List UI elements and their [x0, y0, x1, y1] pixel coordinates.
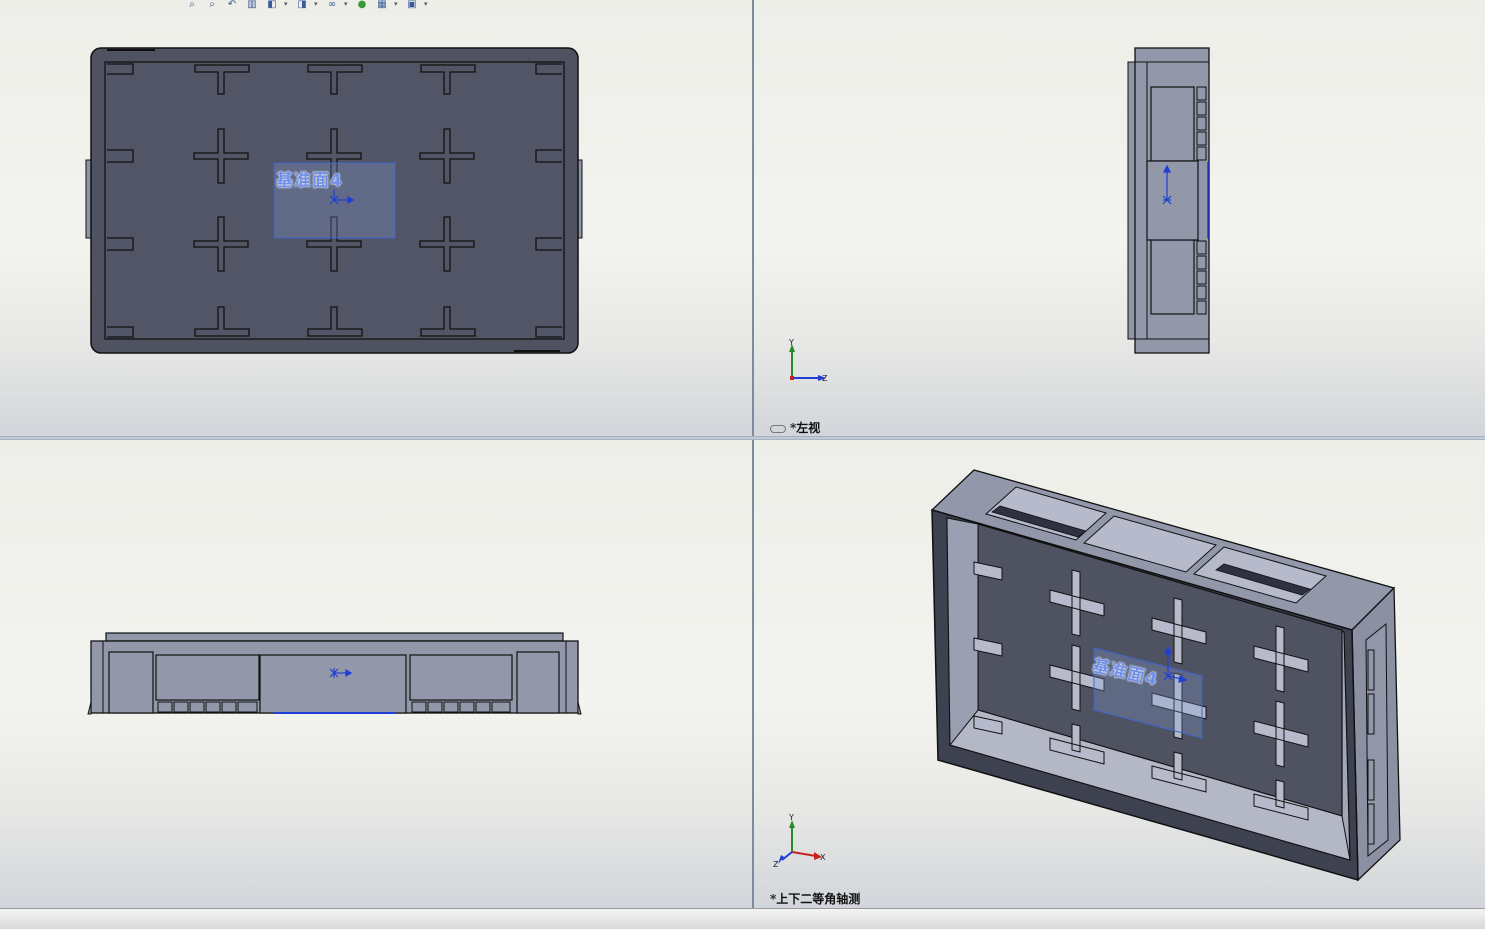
vertical-viewport-splitter[interactable] — [752, 0, 754, 908]
view-label: *左视 — [770, 419, 820, 436]
front-view-model[interactable] — [0, 0, 752, 436]
axis-triad-icon — [789, 344, 826, 381]
viewport-left[interactable]: Y Z *左视 — [754, 0, 1485, 436]
plane-label[interactable]: 基准面4 — [276, 166, 343, 191]
status-bar — [0, 908, 1485, 929]
view-label: *上下二等角轴测 — [770, 892, 861, 906]
viewport-dimetric[interactable]: Y X Z 基准面4 *上下二等角轴测 — [754, 440, 1485, 908]
left-view-model[interactable] — [754, 0, 1485, 436]
viewport-top[interactable] — [0, 440, 752, 908]
horizontal-viewport-splitter[interactable] — [0, 436, 1485, 440]
axis-triad-icon — [778, 820, 822, 864]
top-view-model[interactable] — [0, 440, 752, 908]
link-views-icon[interactable] — [770, 424, 786, 433]
view-label-text: *左视 — [790, 421, 821, 435]
viewport-front[interactable]: ⌕ ⌕ ↶ ▥ ◧ ▾ ◨ ▾ ∞ ▾ ● ▦ ▾ ▣ ▾ 基准面4 — [0, 0, 752, 436]
